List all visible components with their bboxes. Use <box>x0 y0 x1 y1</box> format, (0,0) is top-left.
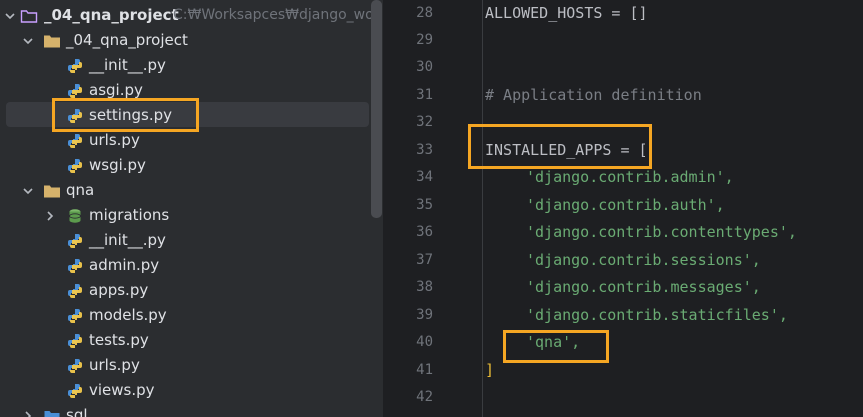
tree-item-package-qna[interactable]: qna <box>0 179 383 204</box>
project-tree: _04_qna_project C:₩Worksapces₩django_wor… <box>0 0 383 417</box>
tree-item-label: asgi.py <box>89 81 143 99</box>
package-folder-icon <box>44 35 60 48</box>
tree-item-package-project[interactable]: _04_qna_project <box>0 29 383 54</box>
installed-apps-highlight-box <box>468 124 652 169</box>
qna-app-highlight-box <box>503 330 609 363</box>
line-number: 39 <box>416 307 433 323</box>
line-number: 36 <box>416 224 433 240</box>
tree-item-folder-migrations[interactable]: migrations <box>0 204 383 229</box>
line-number: 41 <box>416 362 433 378</box>
tree-item-file[interactable]: models.py <box>0 304 383 329</box>
code-string-line[interactable]: 'django.contrib.contenttypes', <box>526 223 797 241</box>
line-number: 40 <box>416 334 433 350</box>
tree-item-label: _04_qna_project <box>66 31 188 49</box>
code-editor[interactable]: 28 29 30 31 32 33 34 35 36 37 38 39 40 4… <box>383 0 863 417</box>
code-string-line[interactable]: 'django.contrib.admin', <box>526 168 734 186</box>
tree-scrollbar[interactable] <box>371 0 382 218</box>
module-folder-icon <box>20 10 38 23</box>
tree-root-path: C:₩Worksapces₩django_wor <box>173 7 380 23</box>
tree-item-label: apps.py <box>89 281 149 299</box>
tree-item-label: views.py <box>89 381 155 399</box>
tree-item-label: sql <box>66 406 88 417</box>
tree-root-row[interactable]: _04_qna_project C:₩Worksapces₩django_wor <box>0 4 383 29</box>
tree-item-label: __init__.py <box>89 56 166 74</box>
tree-item-file[interactable]: urls.py <box>0 129 383 154</box>
tree-item-folder-sql[interactable]: sql <box>0 404 383 417</box>
python-file-icon <box>68 59 82 73</box>
package-folder-icon <box>44 185 60 198</box>
line-number: 42 <box>416 389 433 405</box>
line-number: 37 <box>416 252 433 268</box>
python-file-icon <box>68 284 82 298</box>
tree-item-file[interactable]: urls.py <box>0 354 383 379</box>
tree-item-file[interactable]: wsgi.py <box>0 154 383 179</box>
tree-item-label: urls.py <box>89 131 140 149</box>
python-file-icon <box>68 134 82 148</box>
code-line-close-bracket[interactable]: ] <box>485 361 494 379</box>
tree-root-label: _04_qna_project <box>44 6 179 24</box>
sql-folder-icon <box>44 411 60 417</box>
code-string-line[interactable]: 'django.contrib.sessions', <box>526 251 761 269</box>
tree-item-label: __init__.py <box>89 231 166 249</box>
line-number: 32 <box>416 114 433 130</box>
tree-item-label: urls.py <box>89 356 140 374</box>
tree-item-file[interactable]: views.py <box>0 379 383 404</box>
code-line[interactable]: ALLOWED_HOSTS = [] <box>485 4 648 22</box>
python-file-icon <box>68 159 82 173</box>
line-number: 28 <box>416 5 433 21</box>
line-number: 38 <box>416 279 433 295</box>
code-string-line[interactable]: 'django.contrib.staticfiles', <box>526 306 788 324</box>
tree-item-file[interactable]: __init__.py <box>0 54 383 79</box>
line-number: 33 <box>416 142 433 158</box>
indent-guide <box>482 0 483 417</box>
chevron-right-icon[interactable] <box>20 408 36 417</box>
tree-item-file[interactable]: admin.py <box>0 254 383 279</box>
line-number: 35 <box>416 197 433 213</box>
chevron-down-icon[interactable] <box>2 8 18 24</box>
tree-item-label: admin.py <box>89 256 160 274</box>
line-number: 34 <box>416 169 433 185</box>
python-file-icon <box>68 359 82 373</box>
tree-item-file[interactable]: tests.py <box>0 329 383 354</box>
tree-item-label: wsgi.py <box>89 156 146 174</box>
tree-item-label: migrations <box>89 206 170 224</box>
tree-item-label: tests.py <box>89 331 149 349</box>
code-comment-line[interactable]: # Application definition <box>485 86 702 104</box>
settings-file-highlight-box <box>52 98 199 132</box>
database-folder-icon <box>69 209 81 223</box>
code-string-line[interactable]: 'django.contrib.messages', <box>526 278 761 296</box>
tree-item-label: qna <box>66 181 95 199</box>
line-number: 31 <box>416 87 433 103</box>
code-string-line[interactable]: 'django.contrib.auth', <box>526 196 725 214</box>
python-file-icon <box>68 334 82 348</box>
tree-item-file[interactable]: __init__.py <box>0 229 383 254</box>
python-file-icon <box>68 259 82 273</box>
tree-item-label: models.py <box>89 306 167 324</box>
chevron-down-icon[interactable] <box>20 33 36 49</box>
python-file-icon <box>68 234 82 248</box>
line-number: 30 <box>416 59 433 75</box>
chevron-right-icon[interactable] <box>42 208 58 224</box>
python-file-icon <box>68 384 82 398</box>
line-number: 29 <box>416 32 433 48</box>
python-file-icon <box>68 309 82 323</box>
chevron-down-icon[interactable] <box>20 183 36 199</box>
tree-item-file[interactable]: apps.py <box>0 279 383 304</box>
